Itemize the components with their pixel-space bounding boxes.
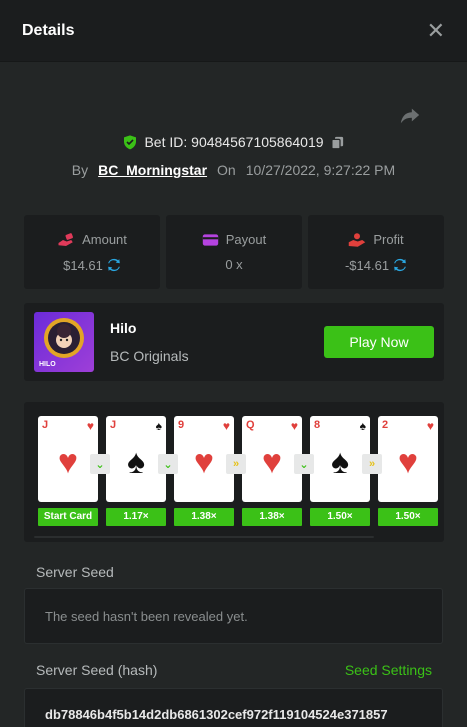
wallet-icon [202,233,218,246]
card-center-suit-icon: ♥ [57,443,79,481]
payout-value: 0 x [225,257,243,272]
server-seed-label: Server Seed [36,564,114,580]
card-rank: Q [246,419,255,431]
card-suit-icon: ♥ [426,419,434,433]
stat-payout-value-row: 0 x [225,257,242,272]
horizontal-scrollbar[interactable] [34,536,374,538]
stat-profit-value-row: -$14.61 [345,258,407,273]
on-label: On [217,162,236,178]
bet-datetime: 10/27/2022, 9:27:22 PM [245,162,396,178]
share-icon[interactable] [399,104,421,126]
playing-card: 2 ♥ ♥ [378,416,438,502]
card-multiplier: 1.38× [242,508,302,526]
playing-card: J ♠ ♠ [106,416,166,502]
profit-label: Profit [373,232,404,247]
playing-card: 8 ♠ ♠ [310,416,370,502]
card-rank: 8 [314,419,321,431]
profit-value: -$14.61 [344,257,390,273]
coins-hand-icon [58,232,74,246]
username-link[interactable]: BC_Morningstar [98,162,207,178]
lower-arrow-icon: ⌄ [158,454,178,474]
skip-arrow-icon: » [226,454,246,474]
modal-header: Details ✕ [0,0,467,62]
stat-profit: Profit -$14.61 [308,215,444,289]
shield-check-icon [124,135,137,150]
card-multiplier: 1.17× [106,508,166,526]
server-seed-hash-label: Server Seed (hash) [36,662,158,678]
card-suit-icon: ♥ [290,419,298,433]
by-label: By [71,162,89,178]
game-name: Hilo [110,320,137,336]
stat-amount: Amount $14.61 [24,215,160,289]
bet-id-row: Bet ID: 90484567105864019 [0,134,467,150]
cards-history[interactable]: J ♥ ♥ Start Card J ♠ ♠ 1.17× 9 ♥ ♥ 1.38× Q ♥ ♥ 1.38× 8 ♠ ♠… [24,402,444,542]
card-center-suit-icon: ♠ [330,443,350,481]
lower-arrow-icon: ⌄ [90,454,110,474]
card-rank: J [110,419,117,431]
card-rank: 2 [382,419,389,431]
profit-hand-icon [349,232,366,247]
stat-amount-label-row: Amount [57,232,127,248]
bet-stats: Amount $14.61 Payout 0 x Profit -$14.61 [24,215,444,289]
game-thumb-label: HILO [39,361,56,368]
currency-icon [394,258,406,272]
payout-label: Payout [225,232,267,247]
card-multiplier: 1.50× [310,508,370,526]
bet-details-modal: Details ✕ Bet ID: 90484567105864019 By B… [0,0,467,727]
card-center-suit-icon: ♠ [126,443,146,481]
card-suit-icon: ♠ [155,419,162,433]
stat-amount-value-row: $14.61 [63,258,121,273]
server-seed-hash-box: db78846b4f5b14d2db6861302cef972f11910452… [24,688,443,727]
card-multiplier: 1.38× [174,508,234,526]
stat-payout-label-row: Payout [202,232,266,247]
card-center-suit-icon: ♥ [397,443,419,481]
playing-card: J ♥ ♥ [38,416,98,502]
server-seed-box: The seed hasn't been revealed yet. [24,588,443,644]
playing-card: 9 ♥ ♥ [174,416,234,502]
card-center-suit-icon: ♥ [261,443,283,481]
card-center-suit-icon: ♥ [193,443,215,481]
copy-icon[interactable] [330,135,345,150]
game-provider: BC Originals [110,348,189,364]
game-panel: HILO Hilo BC Originals Play Now [24,303,444,381]
playing-card: Q ♥ ♥ [242,416,302,502]
card-rank: 9 [178,419,185,431]
currency-icon [108,258,120,272]
amount-value: $14.61 [63,257,103,273]
bet-author-row: By BC_Morningstar On 10/27/2022, 9:27:22… [0,162,467,178]
game-thumbnail[interactable]: HILO [34,312,94,372]
amount-label: Amount [82,232,127,247]
stat-profit-label-row: Profit [348,232,404,248]
seed-settings-link[interactable]: Seed Settings [345,662,432,678]
stat-payout: Payout 0 x [166,215,302,289]
server-seed-text: The seed hasn't been revealed yet. [45,609,248,624]
card-suit-icon: ♥ [222,419,230,433]
card-suit-icon: ♠ [359,419,366,433]
bet-id: Bet ID: 90484567105864019 [144,134,324,150]
card-rank: J [42,419,49,431]
card-suit-icon: ♥ [86,419,94,433]
modal-title: Details [22,21,75,39]
card-multiplier: Start Card [38,508,98,526]
lower-arrow-icon: ⌄ [294,454,314,474]
close-icon[interactable]: ✕ [427,18,445,44]
play-now-button[interactable]: Play Now [324,326,434,358]
skip-arrow-icon: » [362,454,382,474]
card-multiplier: 1.50× [378,508,438,526]
server-seed-hash-value: db78846b4f5b14d2db6861302cef972f11910452… [45,707,388,722]
